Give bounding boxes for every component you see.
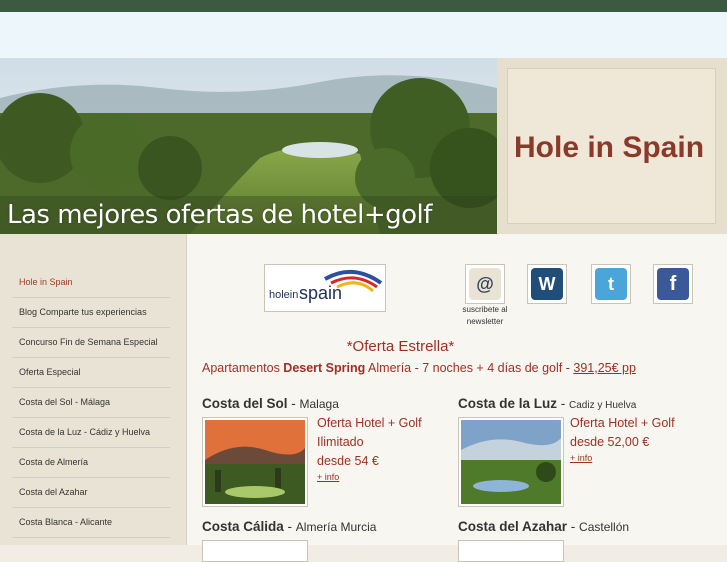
sidebar-item-concurso[interactable]: Concurso Fin de Semana Especial	[12, 328, 170, 358]
region-area: Almería Murcia	[295, 520, 377, 534]
sidebar-item-oferta-especial[interactable]: Oferta Especial	[12, 358, 170, 388]
costa-de-la-luz-more-link[interactable]: + info	[570, 453, 592, 463]
sidebar-item-costa-de-la-luz[interactable]: Costa de la Luz - Cádiz y Huelva	[12, 418, 170, 448]
region-heading-costa-del-sol: Costa del Sol - Malaga	[202, 396, 339, 411]
costa-del-sol-deal: Oferta Hotel + Golf Ilimitado desde 54 €	[317, 416, 422, 468]
site-title-box: Hole in Spain	[507, 68, 716, 224]
costa-del-sol-more-link[interactable]: + info	[317, 472, 339, 482]
offer-details: Almería - 7 noches + 4 días de golf -	[365, 361, 574, 375]
site-title[interactable]: Hole in Spain	[514, 131, 704, 165]
sidebar-item-costa-de-almeria[interactable]: Costa de Almería	[12, 448, 170, 478]
newsletter-caption: suscribete al newsletter	[462, 305, 508, 326]
region-heading-costa-de-la-luz: Costa de la Luz - Cadiz y Huelva	[458, 396, 637, 411]
sidebar-item-costa-blanca[interactable]: Costa Blanca - Alicante	[12, 508, 170, 538]
region-name: Costa Cálida	[202, 519, 284, 534]
banner-image: Las mejores ofertas de hotel+golf	[0, 58, 497, 234]
sidebar-nav: Hole in Spain Blog Comparte tus experien…	[0, 234, 187, 545]
offer-prefix: Apartamentos	[202, 361, 284, 375]
sidebar-item-hole-in-spain[interactable]: Hole in Spain	[12, 268, 170, 298]
region-name: Costa de la Luz	[458, 396, 558, 411]
region-name: Costa del Sol	[202, 396, 288, 411]
sidebar-item-blog[interactable]: Blog Comparte tus experiencias	[12, 298, 170, 328]
region-name: Costa del Azahar	[458, 519, 568, 534]
costa-de-la-luz-deal: Oferta Hotel + Golf desde 52,00 €	[570, 416, 675, 449]
header-band	[0, 12, 727, 58]
offer-title: *Oferta Estrella*	[346, 338, 455, 355]
top-bar	[0, 0, 727, 12]
region-heading-costa-calida: Costa Cálida - Almería Murcia	[202, 519, 377, 534]
costa-de-la-luz-thumbnail[interactable]	[458, 417, 564, 507]
region-heading-costa-del-azahar: Costa del Azahar - Castellón	[458, 519, 630, 534]
sidebar-item-costa-del-azahar[interactable]: Costa del Azahar	[12, 478, 170, 508]
facebook-icon[interactable]: f	[653, 264, 693, 304]
holeinspain-logo[interactable]: holein spain	[264, 264, 386, 312]
logo-small-text: holein	[269, 289, 299, 301]
region-area: Castellón	[579, 520, 630, 534]
logo-big-text: spain	[299, 283, 343, 303]
region-area: Cadiz y Huelva	[569, 400, 637, 411]
newsletter-icon[interactable]: @	[465, 264, 505, 304]
offer-line: Apartamentos Desert Spring Almería - 7 n…	[202, 361, 636, 375]
wordpress-icon[interactable]: W	[527, 264, 567, 304]
sidebar-item-costa-del-sol[interactable]: Costa del Sol - Málaga	[12, 388, 170, 418]
main-content: holein spain @ suscribete al newsletter …	[187, 234, 727, 562]
region-area: Malaga	[299, 397, 339, 411]
twitter-icon[interactable]: t	[591, 264, 631, 304]
costa-calida-thumbnail[interactable]	[202, 540, 308, 562]
costa-del-sol-thumbnail[interactable]	[202, 417, 308, 507]
offer-name: Desert Spring	[283, 361, 366, 375]
site-title-panel: Hole in Spain	[497, 58, 727, 234]
offer-price-link[interactable]: 391,25€ pp	[573, 361, 636, 375]
costa-del-azahar-thumbnail[interactable]	[458, 540, 564, 562]
banner-headline: Las mejores ofertas de hotel+golf	[7, 200, 432, 230]
